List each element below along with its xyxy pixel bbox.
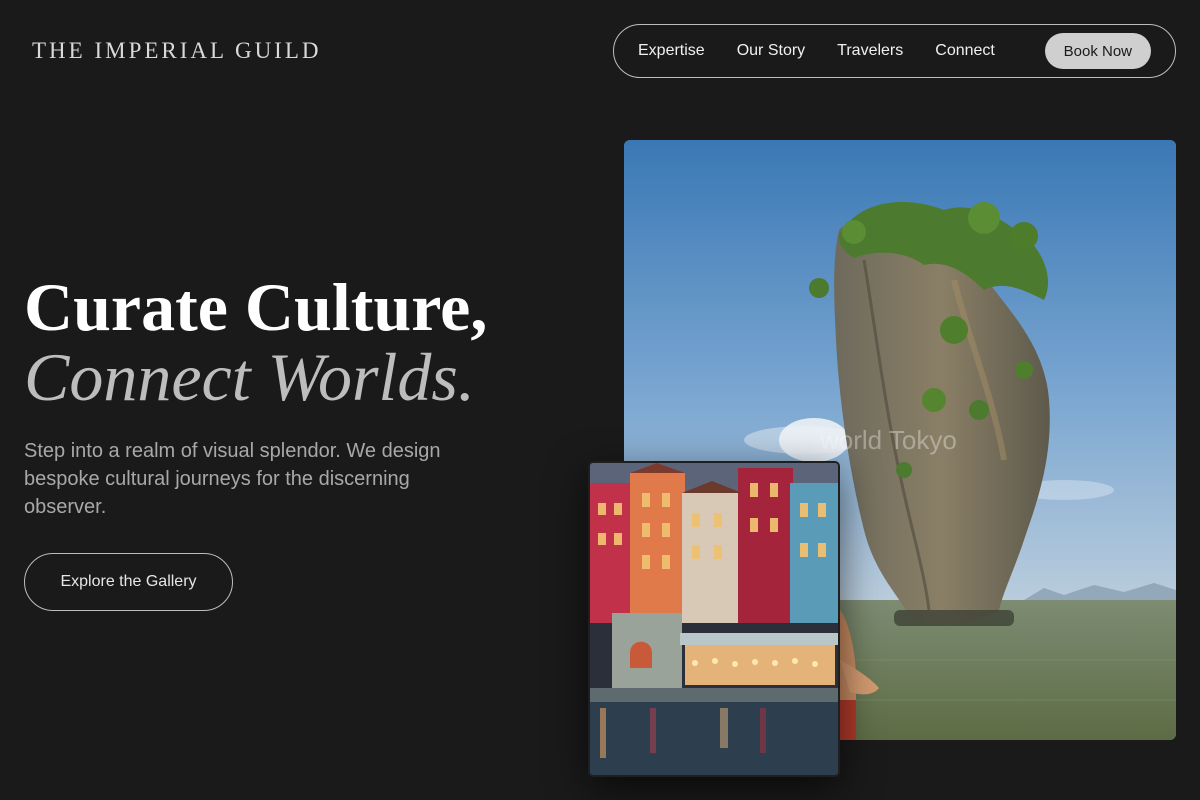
- nav-link-travelers[interactable]: Travelers: [837, 42, 903, 60]
- explore-gallery-button[interactable]: Explore the Gallery: [24, 553, 233, 611]
- hero-subcopy: Step into a realm of visual splendor. We…: [24, 440, 441, 518]
- inset-photo-waterfront: [588, 461, 840, 777]
- hero-headline-line1: Curate Culture,: [24, 269, 488, 345]
- landing-page: THE IMPERIAL GUILD Expertise Our Story T…: [0, 0, 1200, 800]
- waterfront-illustration: [590, 463, 838, 775]
- image-watermark: world Tokyo: [820, 425, 957, 455]
- nav-link-our-story[interactable]: Our Story: [737, 42, 805, 60]
- nav-link-expertise[interactable]: Expertise: [638, 42, 705, 60]
- nav-link-connect[interactable]: Connect: [935, 42, 995, 60]
- hero-headline-line2: Connect Worlds.: [24, 339, 475, 415]
- book-now-button[interactable]: Book Now: [1044, 33, 1151, 69]
- main-nav: Expertise Our Story Travelers Connect Bo…: [613, 24, 1176, 78]
- brand-logo[interactable]: THE IMPERIAL GUILD: [32, 38, 322, 64]
